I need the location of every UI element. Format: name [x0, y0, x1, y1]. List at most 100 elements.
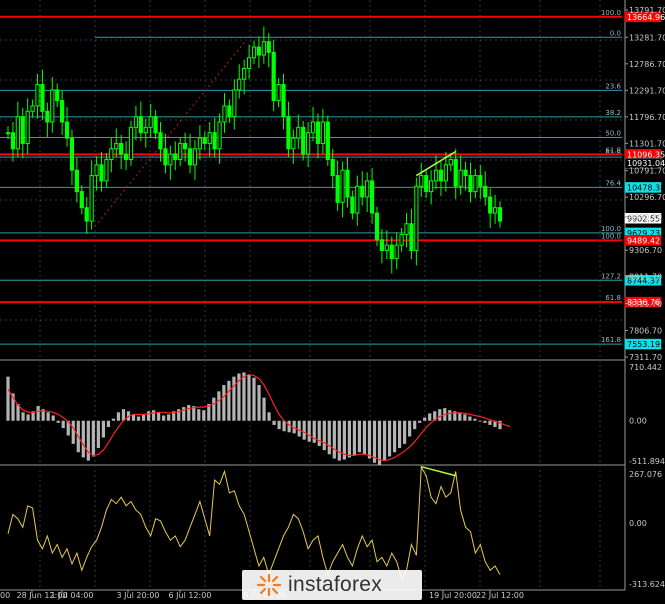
macd-pane[interactable] — [6, 372, 511, 465]
histogram-bar[interactable] — [217, 391, 221, 421]
candle[interactable] — [497, 207, 503, 222]
histogram-bar[interactable] — [483, 420, 487, 423]
candle[interactable] — [256, 46, 262, 56]
histogram-bar[interactable] — [136, 416, 141, 421]
histogram-bar[interactable] — [106, 420, 111, 428]
candle[interactable] — [64, 121, 70, 139]
histogram-bar[interactable] — [116, 412, 121, 421]
histogram-bar[interactable] — [101, 420, 105, 438]
candle[interactable] — [109, 148, 114, 160]
histogram-bar[interactable] — [403, 420, 407, 444]
candle[interactable] — [192, 148, 198, 166]
candle[interactable] — [227, 105, 232, 118]
oscillator-line[interactable] — [7, 465, 501, 581]
candle[interactable] — [25, 110, 30, 144]
candle[interactable] — [468, 175, 473, 193]
histogram-bar[interactable] — [392, 420, 397, 453]
candle[interactable] — [379, 239, 385, 252]
histogram-bar[interactable] — [71, 420, 75, 444]
histogram-bar[interactable] — [367, 420, 372, 459]
histogram-bar[interactable] — [463, 414, 467, 421]
histogram-bar[interactable] — [36, 406, 40, 421]
price-pane[interactable]: 0.0 23.6 38.2 50.0 61.8 76.4 100.0 127.2 161.8 10… — [0, 9, 622, 345]
candle[interactable] — [15, 116, 20, 150]
candle[interactable] — [173, 153, 178, 160]
candle[interactable] — [197, 137, 202, 150]
histogram-bar[interactable] — [86, 420, 90, 461]
candle[interactable] — [187, 148, 193, 166]
histogram-bar[interactable] — [6, 376, 10, 421]
candle[interactable] — [158, 132, 163, 150]
histogram-bar[interactable] — [418, 420, 422, 423]
candle[interactable] — [251, 46, 257, 59]
histogram-bar[interactable] — [56, 420, 60, 423]
candle[interactable] — [128, 126, 134, 160]
histogram-bar[interactable] — [267, 412, 271, 421]
candle[interactable] — [360, 185, 365, 198]
candle[interactable] — [242, 67, 247, 80]
candle[interactable] — [143, 126, 148, 134]
histogram-bar[interactable] — [46, 412, 50, 421]
candle[interactable] — [429, 180, 434, 193]
candle[interactable] — [394, 244, 399, 260]
histogram-bar[interactable] — [327, 420, 331, 455]
candle[interactable] — [404, 223, 409, 235]
candle[interactable] — [138, 116, 143, 134]
histogram-bar[interactable] — [387, 420, 392, 457]
histogram-bar[interactable] — [26, 414, 30, 421]
histogram-bar[interactable] — [21, 412, 25, 421]
candle[interactable] — [330, 158, 335, 177]
histogram-bar[interactable] — [423, 417, 427, 421]
oscillator-pane[interactable] — [7, 465, 501, 581]
histogram-bar[interactable] — [347, 420, 351, 458]
histogram-bar[interactable] — [96, 420, 100, 449]
candle[interactable] — [335, 175, 340, 203]
candle[interactable] — [374, 212, 380, 241]
candle[interactable] — [438, 169, 444, 182]
candle[interactable] — [114, 142, 119, 150]
candle[interactable] — [94, 164, 99, 177]
candle[interactable] — [237, 78, 242, 91]
histogram-bar[interactable] — [332, 420, 336, 459]
histogram-bar[interactable] — [232, 376, 236, 421]
histogram-bar[interactable] — [257, 385, 261, 421]
histogram-bar[interactable] — [212, 397, 216, 421]
candle[interactable] — [20, 116, 25, 144]
histogram-bar[interactable] — [272, 420, 276, 425]
histogram-bar[interactable] — [468, 416, 472, 421]
candle[interactable] — [443, 164, 448, 182]
candle[interactable] — [99, 164, 104, 182]
histogram-bar[interactable] — [488, 420, 492, 425]
candle[interactable] — [488, 196, 493, 214]
candle[interactable] — [399, 233, 404, 246]
candle[interactable] — [30, 105, 35, 112]
candle[interactable] — [355, 185, 360, 214]
histogram-bar[interactable] — [202, 410, 206, 421]
histogram-bar[interactable] — [157, 412, 161, 421]
candle[interactable] — [89, 175, 94, 222]
histogram-bar[interactable] — [357, 420, 362, 453]
candle[interactable] — [104, 158, 109, 182]
candle[interactable] — [40, 84, 45, 112]
candle[interactable] — [419, 175, 424, 187]
candle[interactable] — [45, 110, 50, 123]
candle[interactable] — [320, 121, 325, 144]
histogram-bar[interactable] — [81, 420, 85, 458]
candle[interactable] — [178, 142, 183, 160]
histogram-bar[interactable] — [413, 420, 417, 430]
candle[interactable] — [84, 207, 89, 222]
histogram-bar[interactable] — [352, 420, 357, 456]
candle[interactable] — [448, 158, 453, 166]
candle[interactable] — [310, 121, 316, 134]
candle[interactable] — [286, 116, 291, 150]
candle[interactable] — [369, 180, 375, 214]
histogram-bar[interactable] — [91, 420, 95, 457]
histogram-bar[interactable] — [252, 377, 256, 421]
candle[interactable] — [183, 142, 188, 150]
histogram-bar[interactable] — [187, 404, 191, 421]
candle[interactable] — [365, 180, 370, 198]
candle[interactable] — [123, 153, 129, 160]
histogram-bar[interactable] — [197, 409, 201, 421]
candle[interactable] — [50, 89, 55, 123]
histogram-bar[interactable] — [277, 420, 281, 430]
